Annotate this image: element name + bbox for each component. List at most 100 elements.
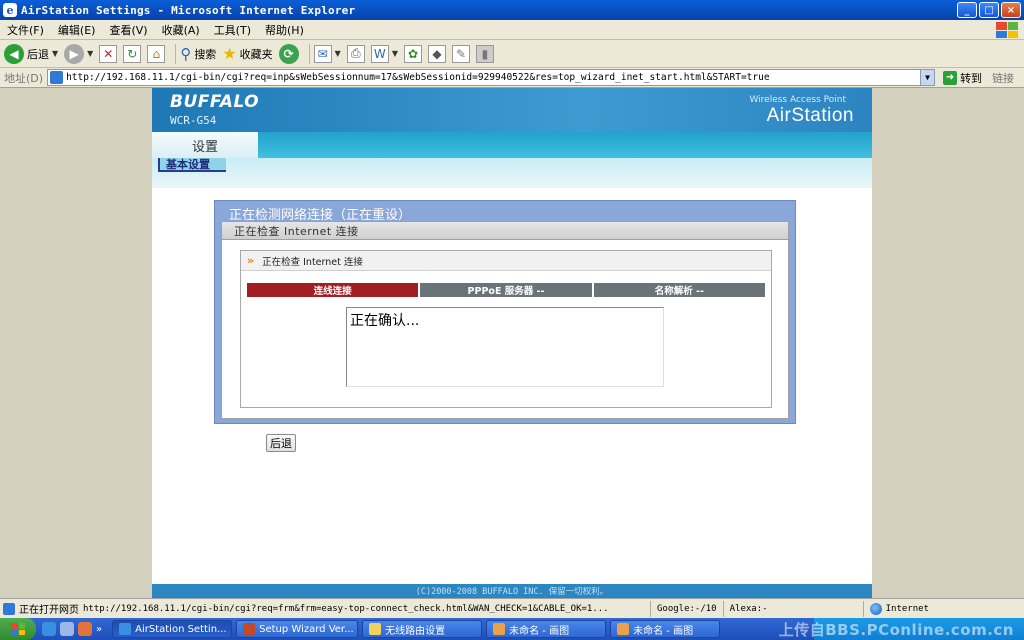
wizard-panel: 正在检测网络连接（正在重设） 正在检查 Internet 连接 » 正在检查 I… (214, 200, 796, 424)
internet-globe-icon (869, 602, 882, 615)
back-toolbar-button[interactable]: ◀ 后退 ▼ (4, 43, 58, 64)
menu-bar: 文件(F) 编辑(E) 查看(V) 收藏(A) 工具(T) 帮助(H) (0, 20, 1024, 40)
forward-toolbar-button[interactable]: ▶ ▼ (64, 43, 93, 64)
status-text: 正在打开网页 (19, 605, 79, 616)
step-line-connection: 连线连接 (247, 283, 419, 297)
favorites-toolbar-button[interactable]: ★ 收藏夹 (222, 44, 272, 63)
maximize-button[interactable]: □ (979, 2, 999, 18)
refresh-icon[interactable]: ↻ (123, 44, 142, 63)
task-label: 未命名 - 画图 (509, 625, 570, 637)
brand-logo: BUFFALO (170, 92, 260, 112)
history-icon[interactable]: ⟳ (278, 43, 299, 64)
task-paint-2[interactable]: 未命名 - 画图 (610, 620, 721, 638)
double-chevron-icon: » (247, 254, 255, 267)
menu-tools[interactable]: 工具(T) (207, 22, 258, 38)
back-dropdown-icon[interactable]: ▼ (52, 49, 58, 58)
task-setup-wizard[interactable]: Setup Wizard Ver... (236, 620, 359, 638)
toolbar: ◀ 后退 ▼ ▶ ▼ ✕ ↻ ⌂ ⚲ 搜索 ★ 收藏夹 ⟳ ✉ ▼ ⎙ W ▼ ✿ … (0, 40, 1024, 68)
media-quicklaunch-icon[interactable] (78, 622, 92, 636)
minimize-button[interactable]: _ (957, 2, 977, 18)
zone-label: Internet (885, 603, 929, 614)
alexa-rank: Alexa:- (722, 600, 863, 617)
address-url: http://192.168.11.1/cgi-bin/cgi?req=inp&… (66, 72, 770, 83)
status-url: http://192.168.11.1/cgi-bin/cgi?req=frm&… (83, 603, 609, 614)
task-label: 无线路由设置 (385, 625, 446, 637)
step-name-resolution: 名称解析 -- (593, 283, 765, 297)
loading-page-icon (3, 602, 15, 615)
router-page: BUFFALO WCR-G54 Wireless Access Point Ai… (152, 88, 872, 598)
edit-dropdown-icon[interactable]: ▼ (392, 49, 398, 58)
ie-quicklaunch-icon[interactable] (42, 622, 56, 636)
ie-task-icon (119, 623, 132, 635)
menu-favorites[interactable]: 收藏(A) (155, 22, 207, 38)
messenger-icon[interactable]: ✿ (403, 44, 422, 63)
browser-viewport: BUFFALO WCR-G54 Wireless Access Point Ai… (0, 88, 1024, 598)
page-footer: (C)2000-2008 BUFFALO INC. 保留一切权利。 (152, 584, 872, 598)
task-router-settings[interactable]: 无线路由设置 (362, 620, 483, 638)
menu-edit[interactable]: 编辑(E) (51, 22, 103, 38)
print-icon[interactable]: ⎙ (346, 44, 365, 63)
extension-icon[interactable]: ▮ (475, 44, 494, 63)
search-label: 搜索 (194, 47, 217, 61)
wizard-body: 正在检查 Internet 连接 » 正在检查 Internet 连接 连线连接… (221, 221, 789, 419)
tool-icon[interactable]: ✎ (451, 44, 470, 63)
task-airstation[interactable]: AirStation Settin... (112, 620, 233, 638)
address-dropdown-icon[interactable]: ▼ (920, 70, 935, 85)
folder-task-icon (369, 623, 382, 635)
go-button[interactable]: ➜ 转到 (943, 70, 982, 86)
window-title: AirStation Settings - Microsoft Internet… (21, 3, 356, 17)
back-label: 后退 (27, 47, 49, 61)
quick-launch: » (42, 622, 102, 636)
connection-check-panel: » 正在检查 Internet 连接 连线连接 PPPoE 服务器 -- 名称解… (240, 250, 772, 408)
research-icon[interactable]: ◆ (427, 44, 446, 63)
toolbar-separator (308, 43, 310, 64)
subtab-basic-settings[interactable]: 基本设置 (158, 158, 226, 172)
security-zone: Internet (862, 600, 1024, 617)
address-label: 地址(D) (4, 71, 44, 85)
menu-file[interactable]: 文件(F) (0, 22, 51, 38)
check-header: » 正在检查 Internet 连接 (241, 251, 771, 271)
product-logo: AirStation (766, 105, 854, 126)
status-textbox[interactable]: 正在确认... (346, 307, 664, 387)
status-main: 正在打开网页 http://192.168.11.1/cgi-bin/cgi?r… (0, 601, 650, 616)
page-icon (50, 71, 64, 84)
stop-icon[interactable]: ✕ (99, 44, 118, 63)
taskbar: » AirStation Settin... Setup Wizard Ver.… (0, 618, 1024, 640)
search-toolbar-button[interactable]: ⚲ 搜索 (180, 45, 216, 63)
go-arrow-icon: ➜ (943, 70, 958, 85)
close-button[interactable]: × (1001, 2, 1021, 18)
menu-help[interactable]: 帮助(H) (258, 22, 311, 38)
address-input[interactable]: http://192.168.11.1/cgi-bin/cgi?req=inp&… (47, 69, 936, 86)
task-paint-1[interactable]: 未命名 - 画图 (486, 620, 607, 638)
forward-dropdown-icon[interactable]: ▼ (87, 49, 93, 58)
product-subtitle: Wireless Access Point (749, 95, 846, 105)
google-rank: Google:-/10 (650, 600, 723, 617)
tab-settings[interactable]: 设置 (152, 132, 258, 158)
links-button[interactable]: 链接 (992, 70, 1014, 86)
mail-dropdown-icon[interactable]: ▼ (335, 49, 341, 58)
title-bar: e AirStation Settings - Microsoft Intern… (0, 0, 1024, 20)
menu-view[interactable]: 查看(V) (102, 22, 154, 38)
forward-arrow-icon: ▶ (64, 43, 85, 64)
paint-task-icon (617, 623, 630, 635)
more-quicklaunch-icon[interactable]: » (96, 624, 102, 635)
windows-logo-icon (996, 22, 1018, 38)
windows-flag-icon (11, 623, 25, 635)
paint-task-icon (493, 623, 506, 635)
task-label: 未命名 - 画图 (633, 625, 694, 637)
progress-steps: 连线连接 PPPoE 服务器 -- 名称解析 -- (247, 283, 765, 297)
wizard-subheading: 正在检查 Internet 连接 (222, 222, 788, 240)
mail-icon[interactable]: ✉ (313, 44, 332, 63)
back-button[interactable]: 后退 (266, 434, 296, 452)
edit-icon[interactable]: W (370, 44, 389, 63)
favorites-label: 收藏夹 (239, 47, 273, 61)
wizard-task-icon (243, 623, 256, 635)
back-arrow-icon: ◀ (4, 43, 24, 64)
task-label: AirStation Settin... (135, 623, 227, 635)
go-label: 转到 (960, 71, 983, 85)
desktop-quicklaunch-icon[interactable] (60, 622, 74, 636)
start-button[interactable] (0, 618, 36, 640)
router-header: BUFFALO WCR-G54 Wireless Access Point Ai… (152, 88, 872, 132)
toolbar-separator (175, 43, 177, 64)
home-icon[interactable]: ⌂ (147, 44, 166, 63)
